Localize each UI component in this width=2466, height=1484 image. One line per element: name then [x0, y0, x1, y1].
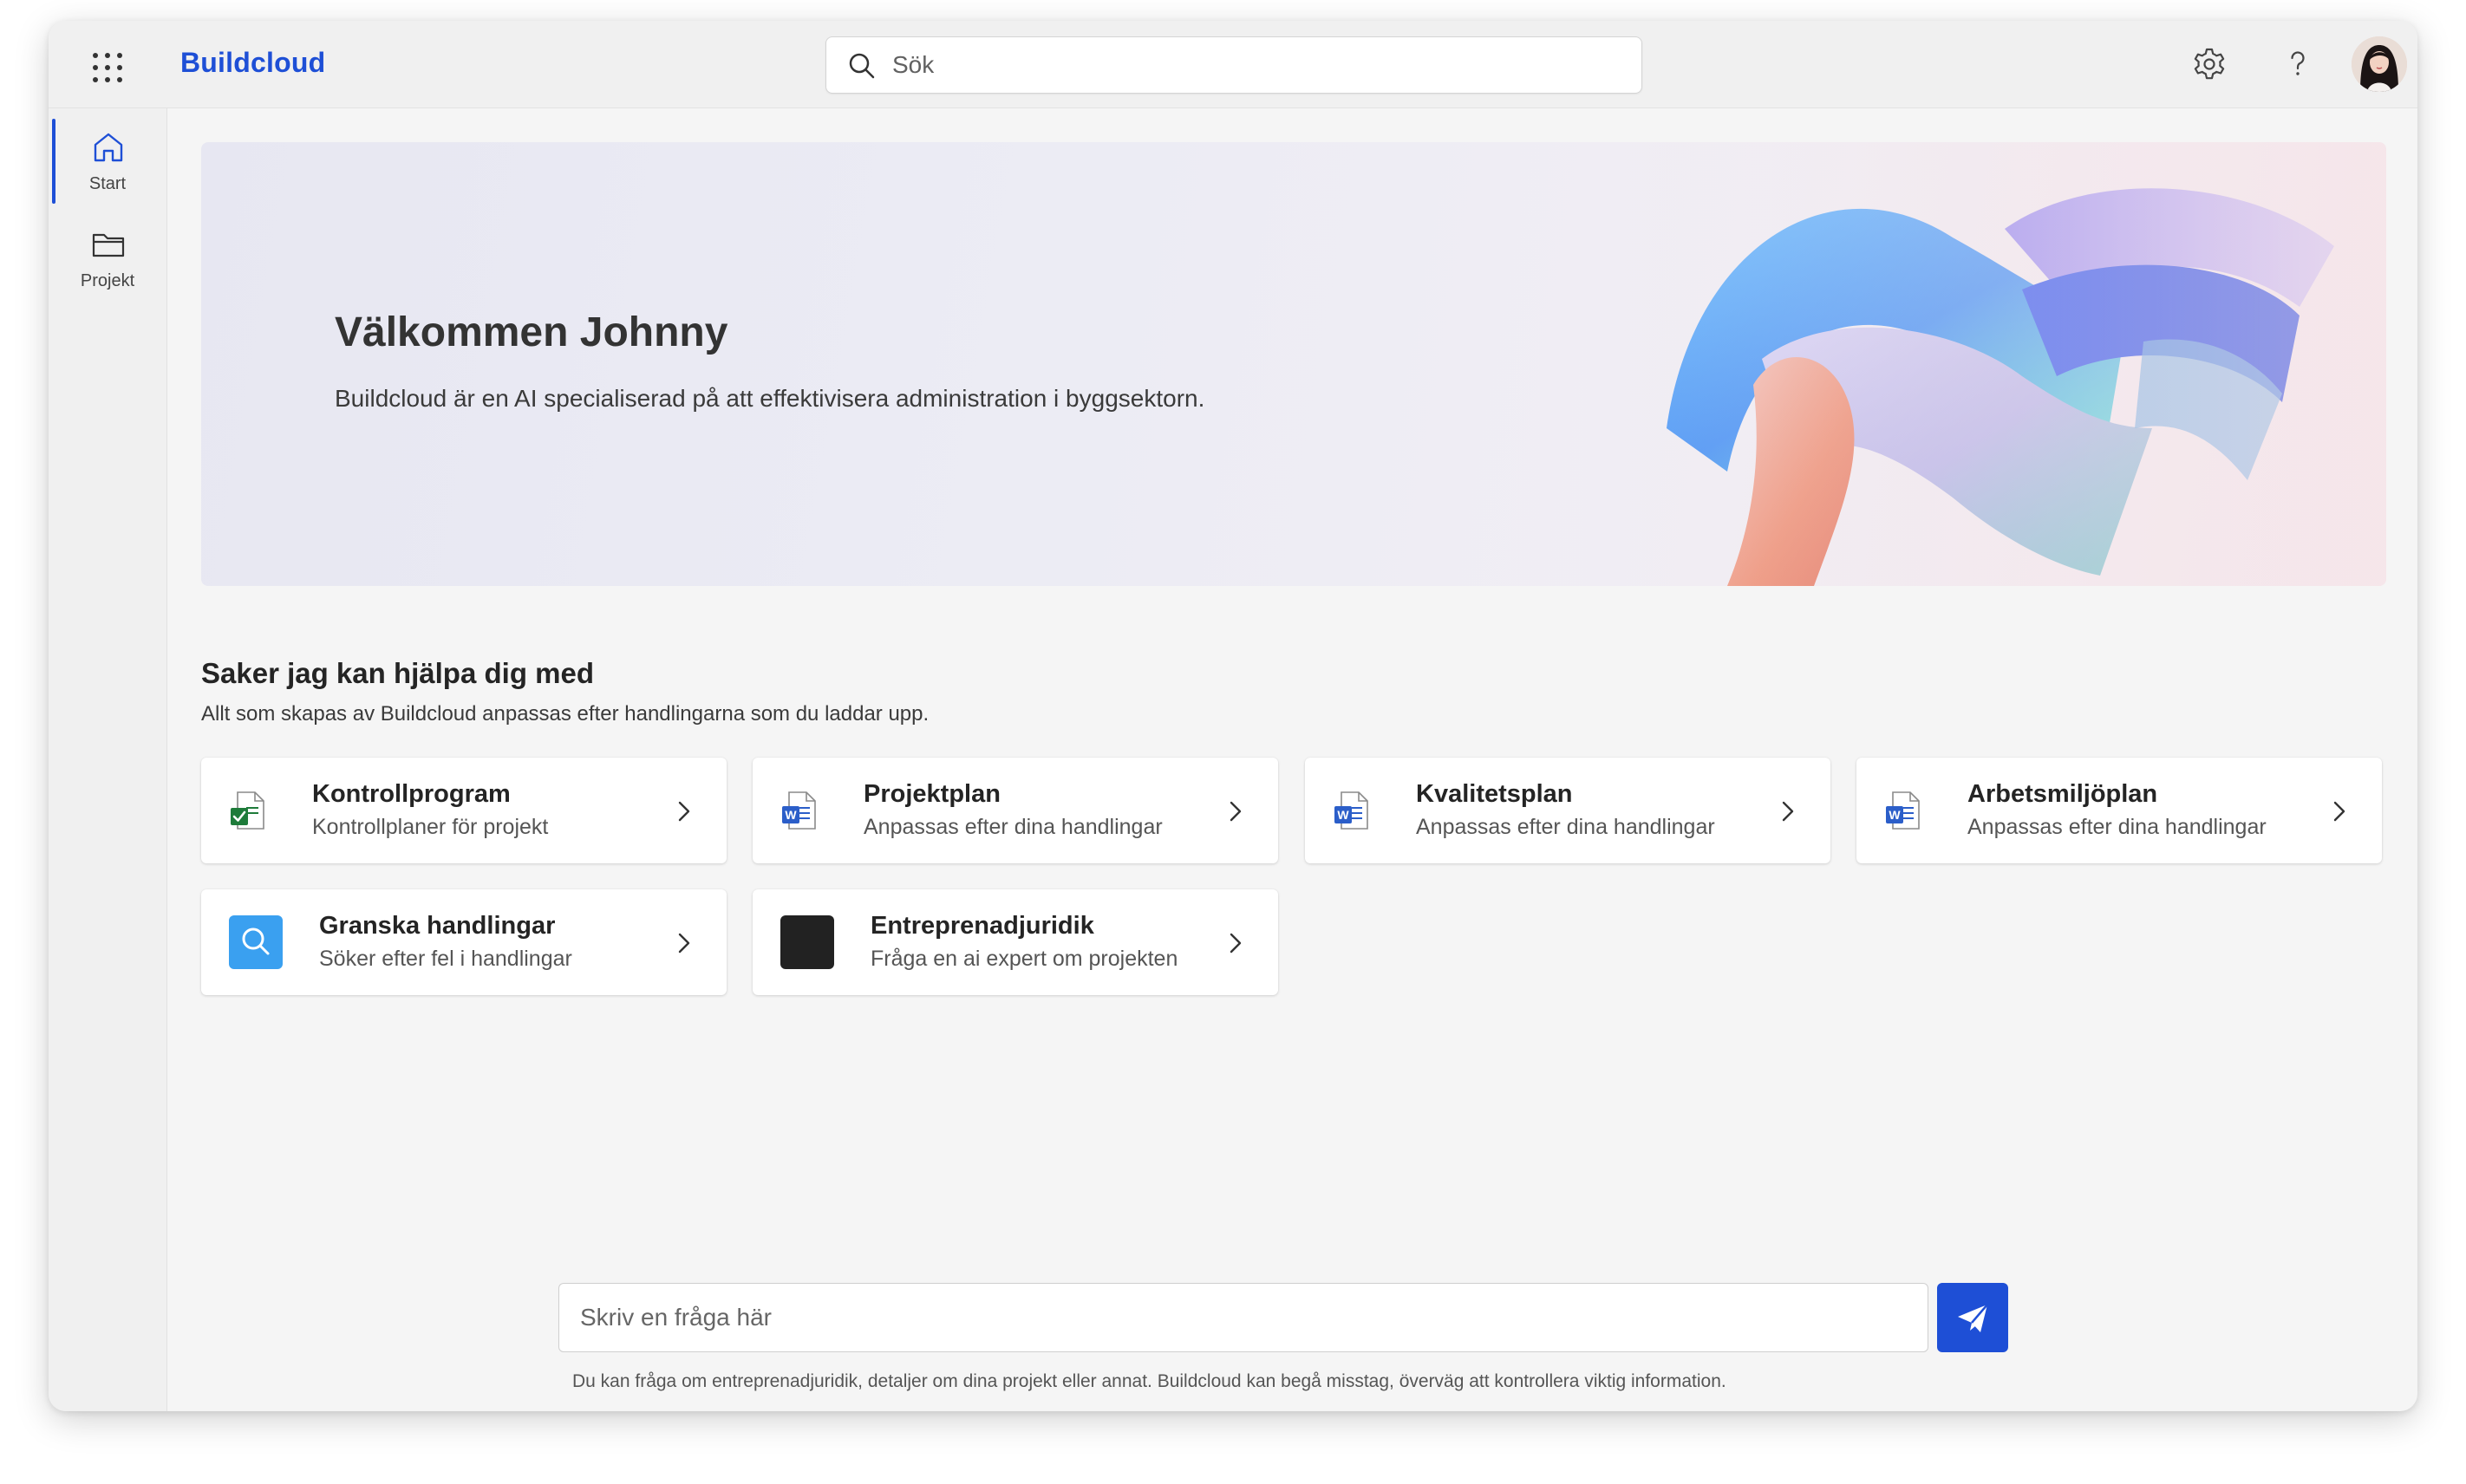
card-arbetsmiljoplan[interactable]: W Arbetsmiljöplan Anpassas efter dina ha… — [1856, 758, 2382, 863]
card-kontrollprogram[interactable]: Kontrollprogram Kontrollplaner för proje… — [201, 758, 727, 863]
app-launcher-icon[interactable] — [90, 50, 125, 85]
search-input[interactable] — [890, 37, 1622, 93]
card-subtitle: Fråga en ai expert om projekten — [871, 947, 1178, 971]
svg-text:W: W — [785, 808, 797, 822]
word-document-icon: W — [1334, 791, 1368, 830]
nav-item-label: Start — [88, 174, 127, 193]
card-subtitle: Anpassas efter dina handlingar — [1967, 815, 2267, 839]
section-title: Saker jag kan hjälpa dig med — [201, 657, 594, 689]
legal-expert-icon — [780, 915, 834, 969]
section-subtitle: Allt som skapas av Buildcloud anpassas e… — [201, 702, 930, 726]
card-title: Granska handlingar — [319, 912, 556, 940]
svg-text:W: W — [1337, 808, 1349, 822]
chevron-right-icon — [2333, 801, 2345, 822]
word-document-icon: W — [1886, 791, 1920, 830]
nav-item-label: Projekt — [80, 271, 135, 290]
folder-icon — [92, 233, 125, 257]
home-icon — [94, 133, 123, 162]
card-title: Entreprenadjuridik — [871, 912, 1094, 940]
chat-input[interactable] — [578, 1284, 1908, 1351]
chevron-right-icon — [678, 801, 690, 822]
card-projektplan[interactable]: W Projektplan Anpassas efter dina handli… — [753, 758, 1278, 863]
decorative-ribbon-illustration — [1467, 142, 2386, 586]
left-nav: Start Projekt — [49, 108, 167, 1411]
send-button[interactable] — [1937, 1283, 2008, 1352]
top-bar: Buildcloud — [49, 21, 2417, 108]
nav-item-projekt[interactable]: Projekt — [49, 211, 166, 306]
chat-disclaimer: Du kan fråga om entreprenadjuridik, deta… — [572, 1371, 1726, 1391]
search-icon — [849, 53, 875, 79]
card-title: Projektplan — [864, 780, 1001, 808]
card-subtitle: Anpassas efter dina handlingar — [864, 815, 1163, 839]
card-title: Arbetsmiljöplan — [1967, 780, 2158, 808]
card-subtitle: Kontrollplaner för projekt — [312, 815, 549, 839]
svg-text:W: W — [1889, 808, 1901, 822]
checklist-document-icon — [231, 791, 264, 830]
chat-input-box[interactable] — [558, 1283, 1928, 1352]
chevron-right-icon — [1230, 801, 1242, 822]
card-entreprenadjuridik[interactable]: Entreprenadjuridik Fråga en ai expert om… — [753, 889, 1278, 995]
welcome-title: Välkommen Johnny — [335, 309, 728, 355]
card-granska-handlingar[interactable]: Granska handlingar Söker efter fel i han… — [201, 889, 727, 995]
card-title: Kvalitetsplan — [1416, 780, 1573, 808]
send-icon — [1958, 1304, 1988, 1332]
welcome-banner: Välkommen Johnny Buildcloud är en AI spe… — [201, 142, 2386, 586]
user-avatar[interactable] — [2352, 36, 2407, 92]
search-box[interactable] — [825, 36, 1642, 94]
chevron-right-icon — [1782, 801, 1794, 822]
welcome-subtitle: Buildcloud är en AI specialiserad på att… — [335, 385, 1205, 412]
card-subtitle: Söker efter fel i handlingar — [319, 947, 572, 971]
settings-gear-icon[interactable] — [2190, 45, 2228, 83]
review-search-icon — [229, 915, 283, 969]
card-subtitle: Anpassas efter dina handlingar — [1416, 815, 1715, 839]
card-kvalitetsplan[interactable]: W Kvalitetsplan Anpassas efter dina hand… — [1305, 758, 1830, 863]
app-window: Buildcloud Sök Start Projekt Välkommen J… — [49, 21, 2417, 1411]
card-title: Kontrollprogram — [312, 780, 511, 808]
nav-item-start[interactable]: Start — [49, 114, 166, 209]
word-document-icon: W — [782, 791, 816, 830]
app-title[interactable]: Buildcloud — [180, 47, 325, 79]
chevron-right-icon — [1230, 933, 1242, 954]
chevron-right-icon — [678, 933, 690, 954]
help-question-icon[interactable] — [2279, 45, 2317, 83]
